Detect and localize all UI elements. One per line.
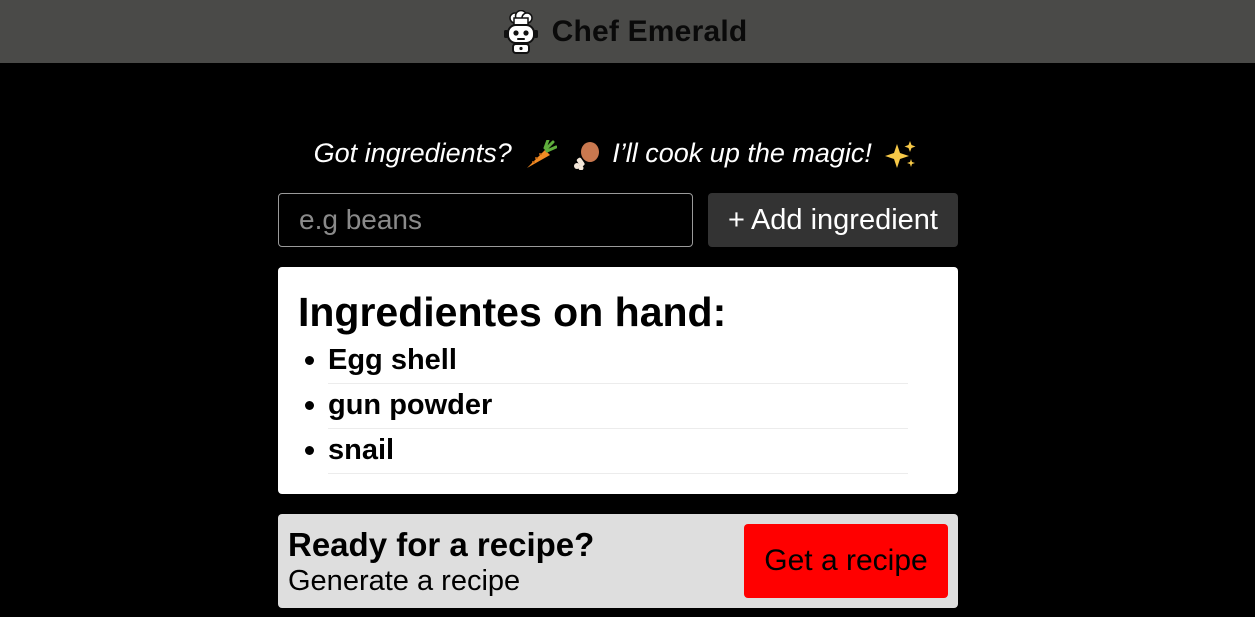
app-header: Chef Emerald <box>0 0 1255 63</box>
chef-robot-icon <box>502 9 540 54</box>
add-ingredient-label: Add ingredient <box>750 203 938 236</box>
recipe-card: Ready for a recipe? Generate a recipe Ge… <box>278 514 958 608</box>
ingredient-item: gun powder <box>305 384 908 429</box>
ingredients-card: Ingredientes on hand: Egg shell gun powd… <box>278 267 958 494</box>
ingredient-item: snail <box>305 429 908 474</box>
plus-icon: + <box>728 203 745 236</box>
brand: Chef Emerald <box>502 9 748 54</box>
tagline-question: Got ingredients? <box>313 138 512 168</box>
ingredient-item: Egg shell <box>305 339 908 384</box>
sparkles-icon <box>883 140 917 170</box>
tagline: Got ingredients? I’ll cook up the magic! <box>0 138 1235 170</box>
recipe-heading: Ready for a recipe? <box>288 526 595 563</box>
add-ingredient-form: + Add ingredient <box>278 193 958 247</box>
ingredient-list: Egg shell gun powder snail <box>305 339 908 474</box>
ingredient-input[interactable] <box>278 193 693 247</box>
recipe-subtext: Generate a recipe <box>288 565 521 597</box>
app-title: Chef Emerald <box>551 14 748 48</box>
add-ingredient-button[interactable]: + Add ingredient <box>708 193 958 247</box>
ingredients-heading: Ingredientes on hand: <box>298 289 727 335</box>
carrot-icon <box>523 139 558 170</box>
drumstick-icon <box>573 140 601 170</box>
tagline-promise: I’ll cook up the magic! <box>612 138 872 168</box>
get-recipe-button[interactable]: Get a recipe <box>744 524 948 598</box>
